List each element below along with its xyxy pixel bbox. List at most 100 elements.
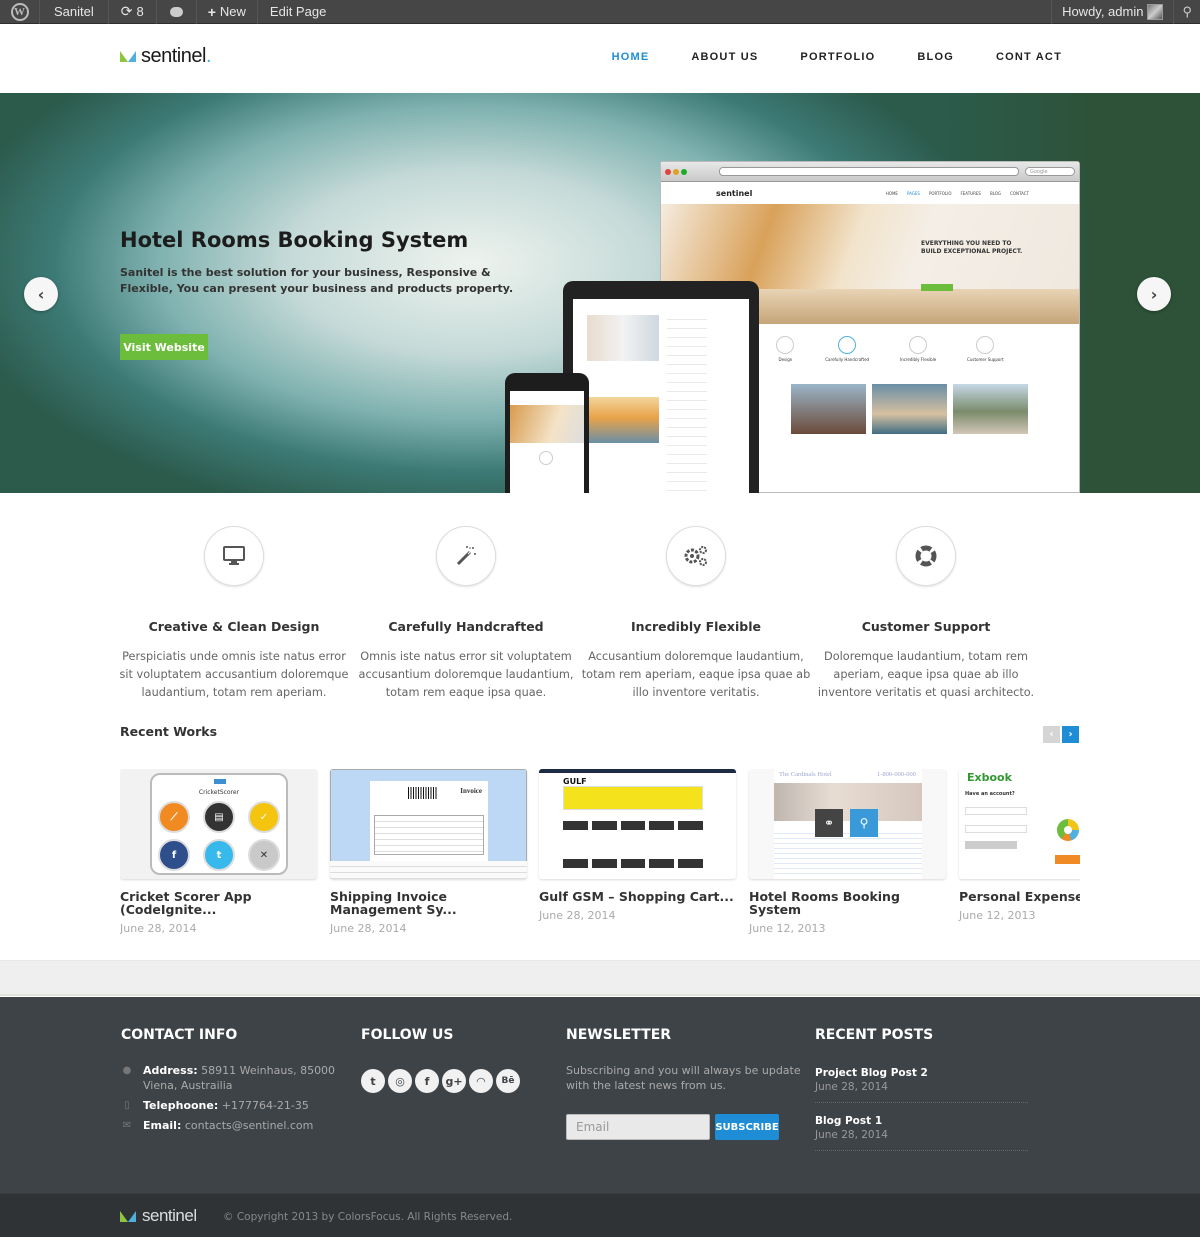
edit-page-link[interactable]: Edit Page <box>258 0 338 24</box>
work-item[interactable]: Exbook Have an account? Personal Expense… <box>959 769 1080 922</box>
howdy-text: Howdy, admin <box>1062 4 1144 19</box>
tablet-screen <box>573 299 749 493</box>
work-thumbnail[interactable]: CricketScorer ⟋ ▤ ✓ f t ✕ <box>120 769 317 879</box>
works-next-button[interactable]: › <box>1062 726 1079 743</box>
work-date: June 28, 2014 <box>539 909 616 922</box>
newsletter-text: Subscribing and you will always be updat… <box>566 1064 801 1092</box>
comments-link[interactable] <box>157 0 197 24</box>
work-thumbnail[interactable]: Exbook Have an account? <box>959 769 1080 879</box>
recent-works-carousel: CricketScorer ⟋ ▤ ✓ f t ✕ Cricket Scorer… <box>120 769 1080 949</box>
subscribe-button[interactable]: SUBSCRIBE <box>715 1114 779 1140</box>
site-logo[interactable]: sentinel. <box>120 45 212 68</box>
work-title[interactable]: Cricket Scorer App (CodeIgnite... <box>120 890 317 916</box>
lifebuoy-icon <box>896 526 956 586</box>
post-title[interactable]: Project Blog Post 2 <box>815 1067 1028 1079</box>
newsletter-email-input[interactable] <box>566 1114 710 1140</box>
mock-thumb <box>953 384 1028 434</box>
phone-label: Telephoone: <box>143 1099 219 1112</box>
work-title[interactable]: Hotel Rooms Booking System <box>749 890 946 916</box>
bottom-bar: sentinel © Copyright 2013 by ColorsFocus… <box>0 1193 1200 1237</box>
new-content-link[interactable]: + New <box>197 0 258 24</box>
settings-icon: ✕ <box>248 839 280 871</box>
work-item[interactable]: CricketScorer ⟋ ▤ ✓ f t ✕ Cricket Scorer… <box>120 769 317 935</box>
dribbble-icon[interactable]: ◎ <box>388 1069 412 1093</box>
invoice-heading: Invoice <box>460 787 482 795</box>
social-links: t ◎ f g+ ◠ Bē <box>361 1069 520 1093</box>
new-label: New <box>219 4 246 19</box>
magic-wand-icon <box>436 526 496 586</box>
footer-logo[interactable]: sentinel <box>120 1206 197 1226</box>
mock-thumb <box>791 384 866 434</box>
recent-posts-heading: RECENT POSTS <box>815 1027 934 1043</box>
mock-logo: sentinel <box>716 188 753 198</box>
tablet-image <box>587 315 659 361</box>
slider-prev-button[interactable]: ‹ <box>24 277 58 311</box>
mock-feature: Carefully Handcrafted <box>825 336 869 362</box>
logo-mark-icon <box>120 1210 136 1222</box>
follow-us-column: FOLLOW US t ◎ f g+ ◠ Bē <box>361 1027 520 1093</box>
site-name-link[interactable]: Sanitel <box>40 0 109 24</box>
slider-next-button[interactable]: › <box>1137 277 1171 311</box>
mock-feature: Design <box>776 336 795 362</box>
work-item[interactable]: Invoice Shipping Invoice Management Sy..… <box>330 769 527 935</box>
account-menu[interactable]: Howdy, admin <box>1051 0 1173 24</box>
twitter-icon[interactable]: t <box>361 1069 385 1093</box>
work-title[interactable]: Gulf GSM – Shopping Cart... <box>539 890 736 903</box>
mock-search: Google <box>1025 167 1075 176</box>
link-button[interactable]: ⚭ <box>815 809 843 837</box>
exbook-login-button <box>965 841 1017 849</box>
email-value[interactable]: contacts@sentinel.com <box>185 1119 314 1132</box>
nav-about-us[interactable]: ABOUT US <box>691 51 758 63</box>
rss-icon[interactable]: ◠ <box>469 1069 493 1093</box>
address-label: Address: <box>143 1064 198 1077</box>
barcode-icon <box>408 787 438 799</box>
nav-contact[interactable]: CONT ACT <box>996 51 1062 63</box>
google-plus-icon[interactable]: g+ <box>442 1069 466 1093</box>
feature-description: Doloremque laudantium, totam rem aperiam… <box>817 650 1035 699</box>
visit-website-button[interactable]: Visit Website <box>120 334 208 360</box>
hover-overlay <box>749 769 946 879</box>
work-date: June 28, 2014 <box>330 922 407 935</box>
wordpress-menu[interactable]: W <box>0 0 40 24</box>
work-thumbnail[interactable]: Invoice <box>330 769 527 879</box>
avatar <box>1147 3 1164 20</box>
app-name: CricketScorer <box>198 789 240 796</box>
work-thumbnail[interactable]: The Cardinals Hotel 1-800-000-000 ⚭ ⚲ <box>749 769 946 879</box>
work-item[interactable]: GULF Gulf GSM – Shopping Cart... June 28… <box>539 769 736 922</box>
mock-menu-item: FEATURES <box>960 190 981 196</box>
works-prev-button[interactable]: ‹ <box>1043 726 1060 743</box>
phone-screen <box>510 391 584 493</box>
admin-search-button[interactable]: ⚲ <box>1173 0 1200 24</box>
recent-works-nav: ‹ › <box>1043 726 1079 743</box>
newsletter-heading: NEWSLETTER <box>566 1027 672 1043</box>
work-title[interactable]: Personal Expense M Ap... <box>959 890 1080 903</box>
features-section: Creative & Clean Design Perspiciatis und… <box>0 493 1200 713</box>
app-badge <box>214 779 226 784</box>
gulf-products-row <box>563 821 703 837</box>
cricket-app-card: CricketScorer ⟋ ▤ ✓ f t ✕ <box>150 773 288 875</box>
admin-bar: W Sanitel ⟳ 8 + New Edit Page Howdy, adm… <box>0 0 1200 24</box>
tablet-image <box>587 397 659 443</box>
gulf-topbar <box>539 769 736 773</box>
nav-portfolio[interactable]: PORTFOLIO <box>800 51 875 63</box>
zoom-button[interactable]: ⚲ <box>850 809 878 837</box>
work-item[interactable]: The Cardinals Hotel 1-800-000-000 ⚭ ⚲ Ho… <box>749 769 946 935</box>
updates-link[interactable]: ⟳ 8 <box>109 0 157 24</box>
exbook-password-field <box>965 825 1027 833</box>
mock-menu-item: PORTFOLIO <box>928 190 952 196</box>
footer: CONTACT INFO ● Address: 58911 Weinhaus, … <box>0 997 1200 1193</box>
email-label: Email: <box>143 1119 182 1132</box>
facebook-icon[interactable]: f <box>415 1069 439 1093</box>
invoice-list <box>330 861 527 879</box>
recent-post-item: Blog Post 1 June 28, 2014 <box>815 1103 1028 1151</box>
minimize-dot-icon <box>673 168 679 175</box>
nav-home[interactable]: HOME <box>612 51 650 63</box>
post-title[interactable]: Blog Post 1 <box>815 1115 1028 1127</box>
nav-blog[interactable]: BLOG <box>917 51 954 63</box>
site-name: Sanitel <box>54 4 94 19</box>
work-title[interactable]: Shipping Invoice Management Sy... <box>330 890 527 916</box>
behance-icon[interactable]: Bē <box>496 1069 520 1093</box>
footer-logo-text: sentinel <box>142 1206 197 1225</box>
work-thumbnail[interactable]: GULF <box>539 769 736 879</box>
feature-description: Omnis iste natus error sit voluptatem ac… <box>358 650 574 699</box>
